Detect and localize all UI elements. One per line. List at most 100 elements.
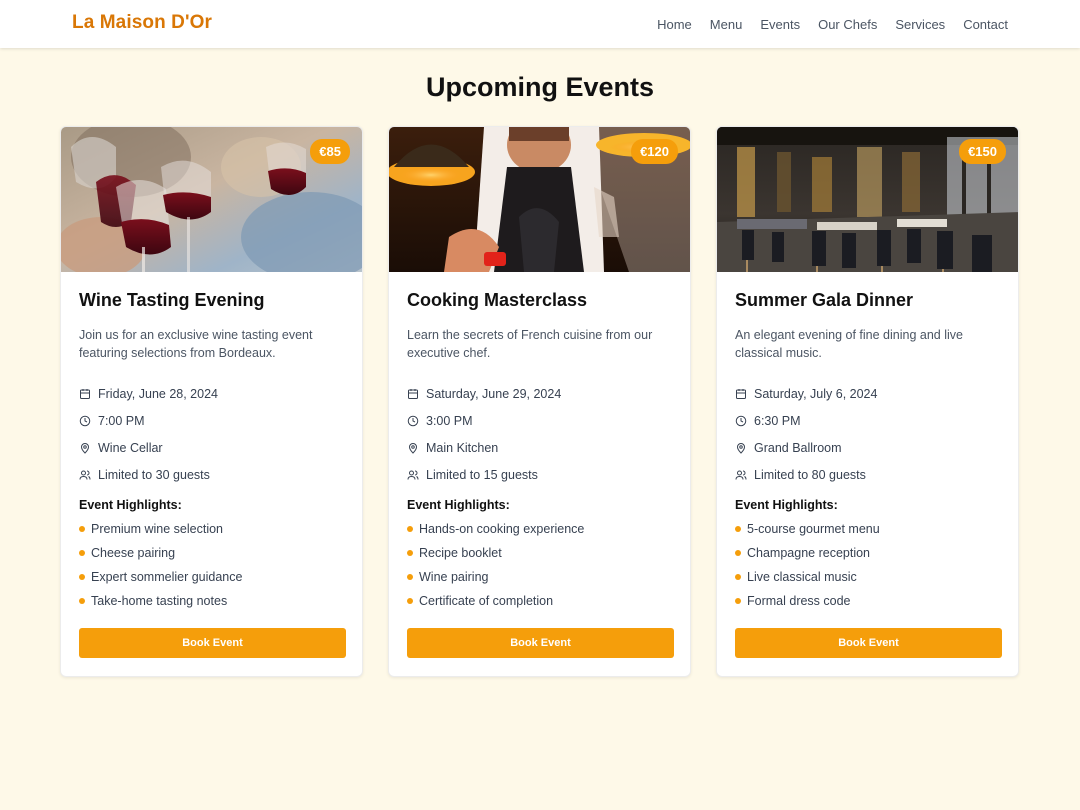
highlight-text: Hands-on cooking experience xyxy=(419,522,585,536)
highlight-item: Champagne reception xyxy=(735,541,880,565)
event-date-text: Friday, June 28, 2024 xyxy=(98,386,218,401)
calendar-icon xyxy=(80,388,90,399)
highlight-item: Certificate of completion xyxy=(407,589,584,613)
users-icon xyxy=(735,470,747,480)
bullet-dot xyxy=(79,598,85,604)
highlight-item: Formal dress code xyxy=(735,589,880,613)
event-date-text: Saturday, June 29, 2024 xyxy=(426,386,562,401)
clock-icon xyxy=(79,415,91,426)
event-time-text: 6:30 PM xyxy=(754,413,801,428)
event-location: Main Kitchen xyxy=(407,434,561,461)
event-description: An elegant evening of fine dining and li… xyxy=(735,328,963,360)
highlights-list: Hands-on cooking experience Recipe bookl… xyxy=(407,517,584,613)
book-event-button[interactable]: Book Event xyxy=(79,628,346,658)
bullet-dot xyxy=(735,574,741,580)
highlights-heading: Event Highlights: xyxy=(407,498,510,512)
event-capacity-text: Limited to 30 guests xyxy=(98,467,210,482)
event-capacity: Limited to 30 guests xyxy=(79,461,218,488)
main-nav: Home Menu Events Our Chefs Services Cont… xyxy=(657,17,1008,32)
highlight-item: Hands-on cooking experience xyxy=(407,517,584,541)
event-location: Wine Cellar xyxy=(79,434,218,461)
highlight-text: Recipe booklet xyxy=(419,546,502,560)
event-time-text: 7:00 PM xyxy=(98,413,145,428)
price-badge: €85 xyxy=(310,139,350,164)
nav-events[interactable]: Events xyxy=(760,17,800,32)
event-details: Saturday, July 6, 2024 6:30 PM Grand Bal… xyxy=(735,380,877,488)
bullet-dot xyxy=(735,526,741,532)
highlight-text: Expert sommelier guidance xyxy=(91,570,243,584)
event-details: Friday, June 28, 2024 7:00 PM Wine Cella… xyxy=(79,380,218,488)
highlight-item: Recipe booklet xyxy=(407,541,584,565)
highlight-text: Live classical music xyxy=(747,570,857,584)
bullet-dot xyxy=(407,574,413,580)
map-pin-icon xyxy=(408,442,418,454)
bullet-dot xyxy=(735,598,741,604)
event-capacity: Limited to 15 guests xyxy=(407,461,561,488)
event-location-text: Grand Ballroom xyxy=(754,440,842,455)
page-title: Upcoming Events xyxy=(425,72,655,102)
bullet-dot xyxy=(79,550,85,556)
users-icon xyxy=(79,470,91,480)
nav-our-chefs[interactable]: Our Chefs xyxy=(818,17,877,32)
bullet-dot xyxy=(407,526,413,532)
highlight-text: Champagne reception xyxy=(747,546,870,560)
highlight-text: 5-course gourmet menu xyxy=(747,522,880,536)
event-capacity-text: Limited to 15 guests xyxy=(426,467,538,482)
bullet-dot xyxy=(79,526,85,532)
highlight-text: Take-home tasting notes xyxy=(91,594,228,608)
highlight-text: Cheese pairing xyxy=(91,546,176,560)
highlight-text: Wine pairing xyxy=(419,570,489,584)
event-card: €150 Summer Gala Dinner An elegant eveni… xyxy=(716,126,1019,677)
event-date-text: Saturday, July 6, 2024 xyxy=(754,386,878,401)
users-icon xyxy=(407,470,419,480)
event-time: 7:00 PM xyxy=(79,407,218,434)
highlight-text: Formal dress code xyxy=(747,594,851,608)
book-event-button[interactable]: Book Event xyxy=(407,628,674,658)
highlight-item: Take-home tasting notes xyxy=(79,589,242,613)
calendar-icon xyxy=(408,388,418,399)
site-header: La Maison D'Or Home Menu Events Our Chef… xyxy=(0,0,1080,48)
nav-home[interactable]: Home xyxy=(657,17,692,32)
event-location-text: Wine Cellar xyxy=(98,440,163,455)
clock-icon xyxy=(735,415,747,426)
bullet-dot xyxy=(407,598,413,604)
event-description: Join us for an exclusive wine tasting ev… xyxy=(79,328,313,360)
event-capacity-text: Limited to 80 guests xyxy=(754,467,866,482)
highlight-item: Expert sommelier guidance xyxy=(79,565,242,589)
event-time-text: 3:00 PM xyxy=(426,413,473,428)
highlights-heading: Event Highlights: xyxy=(735,498,838,512)
bullet-dot xyxy=(407,550,413,556)
highlight-item: Live classical music xyxy=(735,565,880,589)
event-time: 6:30 PM xyxy=(735,407,877,434)
bullet-dot xyxy=(79,574,85,580)
highlights-list: 5-course gourmet menu Champagne receptio… xyxy=(735,517,880,613)
nav-contact[interactable]: Contact xyxy=(963,17,1008,32)
highlights-heading: Event Highlights: xyxy=(79,498,182,512)
event-card: €120 Cooking Masterclass Learn the secre… xyxy=(388,126,691,677)
book-event-button[interactable]: Book Event xyxy=(735,628,1002,658)
event-date: Saturday, June 29, 2024 xyxy=(407,380,561,407)
nav-services[interactable]: Services xyxy=(895,17,945,32)
nav-menu[interactable]: Menu xyxy=(710,17,743,32)
highlight-item: Cheese pairing xyxy=(79,541,242,565)
brand-logo[interactable]: La Maison D'Or xyxy=(72,12,212,34)
event-time: 3:00 PM xyxy=(407,407,561,434)
highlight-item: Wine pairing xyxy=(407,565,584,589)
calendar-icon xyxy=(736,388,746,399)
event-description: Learn the secrets of French cuisine from… xyxy=(407,328,653,360)
highlight-item: 5-course gourmet menu xyxy=(735,517,880,541)
event-details: Saturday, June 29, 2024 3:00 PM Main Kit… xyxy=(407,380,561,488)
event-date: Saturday, July 6, 2024 xyxy=(735,380,877,407)
highlight-text: Certificate of completion xyxy=(419,594,554,608)
event-title: Cooking Masterclass xyxy=(407,290,588,310)
event-date: Friday, June 28, 2024 xyxy=(79,380,218,407)
event-title: Wine Tasting Evening xyxy=(79,290,265,310)
highlight-item: Premium wine selection xyxy=(79,517,242,541)
event-capacity: Limited to 80 guests xyxy=(735,461,877,488)
event-title: Summer Gala Dinner xyxy=(735,290,914,310)
highlight-text: Premium wine selection xyxy=(91,522,223,536)
map-pin-icon xyxy=(736,442,746,454)
price-badge: €120 xyxy=(631,139,678,164)
price-badge: €150 xyxy=(959,139,1006,164)
map-pin-icon xyxy=(80,442,90,454)
